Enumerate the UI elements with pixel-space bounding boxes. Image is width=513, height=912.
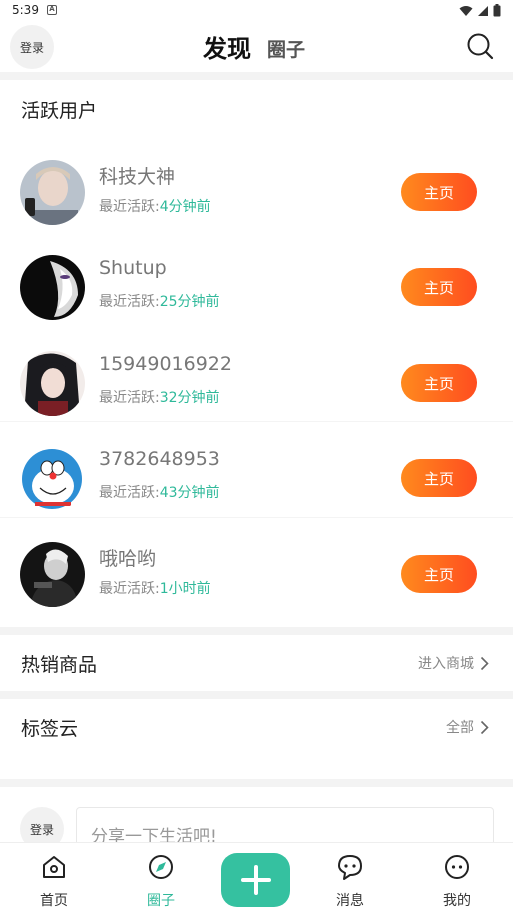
tab-home-label: 首页	[40, 893, 68, 909]
plus-icon	[240, 865, 271, 895]
avatar[interactable]	[20, 351, 85, 416]
user-row: 科技大神 最近活跃:4分钟前 主页	[0, 160, 513, 256]
tag-cloud-title: 标签云	[21, 718, 79, 740]
chat-icon	[338, 855, 362, 880]
user-row: 3782648953 最近活跃:43分钟前 主页	[0, 446, 513, 542]
tab-circle-bottom[interactable]: 圈子	[121, 843, 201, 912]
hot-goods-row[interactable]: 热销商品 进入商城	[0, 635, 513, 691]
avatar[interactable]	[20, 255, 85, 320]
home-page-button[interactable]: 主页	[401, 173, 477, 211]
divider	[0, 72, 513, 80]
tab-home[interactable]: 首页	[14, 843, 94, 912]
notification-icon: A	[47, 5, 57, 15]
tab-discover[interactable]: 发现	[203, 29, 251, 64]
home-page-button[interactable]: 主页	[401, 459, 477, 497]
tab-messages-label: 消息	[336, 893, 364, 909]
tab-mine-label: 我的	[443, 893, 471, 909]
user-name[interactable]: Shutup	[99, 257, 167, 279]
user-row: 哦哈哟 最近活跃:1小时前 主页	[0, 542, 513, 638]
chevron-right-icon	[480, 656, 489, 670]
header: 登录 发现 圈子	[0, 22, 513, 72]
search-icon[interactable]	[465, 31, 495, 61]
tab-messages[interactable]: 消息	[310, 843, 390, 912]
enter-mall-link[interactable]: 进入商城	[418, 653, 489, 673]
avatar[interactable]	[20, 542, 85, 607]
signal-icon	[478, 5, 488, 16]
user-name[interactable]: 哦哈哟	[99, 544, 156, 571]
bottom-tab-bar: 首页 圈子 消息 我的	[0, 842, 513, 912]
divider	[0, 421, 513, 422]
tab-circle-label: 圈子	[147, 893, 175, 909]
wifi-icon	[459, 5, 473, 16]
home-page-button[interactable]: 主页	[401, 268, 477, 306]
last-active: 最近活跃:32分钟前	[99, 390, 220, 406]
user-name[interactable]: 15949016922	[99, 353, 232, 375]
status-time: 5:39	[12, 3, 39, 17]
post-button[interactable]	[221, 853, 290, 907]
status-bar: 5:39 A	[0, 0, 513, 22]
user-row: 15949016922 最近活跃:32分钟前 主页	[0, 351, 513, 447]
avatar[interactable]	[20, 446, 85, 511]
active-users-title: 活跃用户	[21, 100, 98, 122]
divider	[0, 627, 513, 635]
hot-goods-title: 热销商品	[21, 654, 98, 676]
home-page-button[interactable]: 主页	[401, 364, 477, 402]
all-tags-link[interactable]: 全部	[446, 717, 489, 737]
system-icons	[459, 4, 501, 17]
home-page-button[interactable]: 主页	[401, 555, 477, 593]
last-active: 最近活跃:25分钟前	[99, 294, 220, 310]
tab-circle[interactable]: 圈子	[267, 35, 305, 62]
last-active: 最近活跃:4分钟前	[99, 199, 211, 215]
battery-icon	[493, 4, 501, 17]
last-active: 最近活跃:1小时前	[99, 581, 211, 597]
home-icon	[43, 856, 65, 878]
login-button[interactable]: 登录	[10, 25, 54, 69]
tab-mine[interactable]: 我的	[417, 843, 497, 912]
user-name[interactable]: 科技大神	[99, 162, 175, 189]
chevron-right-icon	[480, 720, 489, 734]
divider	[0, 691, 513, 699]
user-row: Shutup 最近活跃:25分钟前 主页	[0, 255, 513, 351]
avatar[interactable]	[20, 160, 85, 225]
tag-cloud-row[interactable]: 标签云 全部	[0, 699, 513, 755]
divider	[0, 779, 513, 787]
profile-icon	[445, 855, 469, 879]
last-active: 最近活跃:43分钟前	[99, 485, 220, 501]
divider	[0, 517, 513, 518]
compass-icon	[149, 855, 173, 879]
user-name[interactable]: 3782648953	[99, 448, 220, 470]
